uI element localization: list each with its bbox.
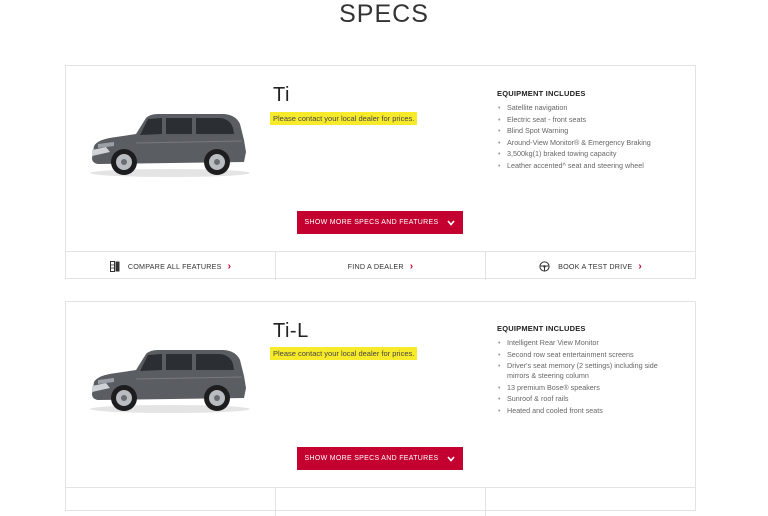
book-test-drive-link[interactable] xyxy=(486,488,695,516)
car-image xyxy=(90,350,250,413)
test-drive-label: BOOK A TEST DRIVE xyxy=(558,261,633,271)
compare-all-features-link[interactable] xyxy=(66,488,276,516)
equipment-heading: EQUIPMENT INCLUDES xyxy=(497,324,586,333)
trim-card-ti: Ti Please contact your local dealer for … xyxy=(65,65,696,280)
equipment-item: Intelligent Rear View Monitor xyxy=(497,338,667,348)
compare-all-features-link[interactable]: COMPARE ALL FEATURES › xyxy=(66,252,276,280)
equipment-item: Electric seat - front seats xyxy=(497,115,667,125)
chevron-down-icon xyxy=(447,218,456,228)
equipment-item: Driver's seat memory (2 settings) includ… xyxy=(497,361,667,381)
equipment-heading: EQUIPMENT INCLUDES xyxy=(497,89,586,98)
trim-name: Ti-L xyxy=(273,320,309,342)
equipment-item: Heated and cooled front seats xyxy=(497,406,667,416)
equipment-item: Blind Spot Warning xyxy=(497,126,667,136)
cta-label: SHOW MORE SPECS AND FEATURES xyxy=(304,219,439,226)
chevron-right-icon: › xyxy=(638,260,642,272)
trim-card-ti-l: Ti-L Please contact your local dealer fo… xyxy=(65,301,696,516)
show-more-specs-button[interactable]: SHOW MORE SPECS AND FEATURES xyxy=(297,447,463,470)
equipment-item: Around-View Monitor® & Emergency Braking xyxy=(497,138,667,148)
card-actions: COMPARE ALL FEATURES › FIND A DEALER › B… xyxy=(66,251,695,280)
show-more-specs-button[interactable]: SHOW MORE SPECS AND FEATURES xyxy=(297,211,463,234)
equipment-item: Sunroof & roof rails xyxy=(497,394,667,404)
car-image xyxy=(90,114,250,177)
card-actions xyxy=(66,487,695,516)
equipment-list: EQUIPMENT INCLUDES Satellite navigation … xyxy=(497,89,667,172)
compare-label: COMPARE ALL FEATURES xyxy=(127,261,222,271)
trim-name: Ti xyxy=(273,84,290,106)
equipment-item: 3,500kg(1) braked towing capacity xyxy=(497,149,667,159)
cta-label: SHOW MORE SPECS AND FEATURES xyxy=(304,455,439,462)
dealer-label: FIND A DEALER xyxy=(347,261,404,271)
book-test-drive-link[interactable]: BOOK A TEST DRIVE › xyxy=(486,252,695,280)
equipment-item: Second row seat entertainment screens xyxy=(497,350,667,360)
page-title: SPECS xyxy=(339,0,429,28)
price-note: Please contact your local dealer for pri… xyxy=(270,112,418,125)
price-note: Please contact your local dealer for pri… xyxy=(270,347,418,360)
equipment-item: Satellite navigation xyxy=(497,103,667,113)
chevron-right-icon: › xyxy=(227,260,232,272)
find-a-dealer-link[interactable]: FIND A DEALER › xyxy=(276,252,486,280)
equipment-list: EQUIPMENT INCLUDES Intelligent Rear View… xyxy=(497,324,667,417)
chevron-right-icon: › xyxy=(409,260,414,272)
chevron-down-icon xyxy=(447,454,456,464)
find-a-dealer-link[interactable] xyxy=(276,488,486,516)
steering-wheel-icon xyxy=(539,260,550,272)
compare-icon xyxy=(109,260,120,272)
equipment-item: 13 premium Bose® speakers xyxy=(497,383,667,393)
equipment-item: Leather accented^ seat and steering whee… xyxy=(497,161,667,171)
